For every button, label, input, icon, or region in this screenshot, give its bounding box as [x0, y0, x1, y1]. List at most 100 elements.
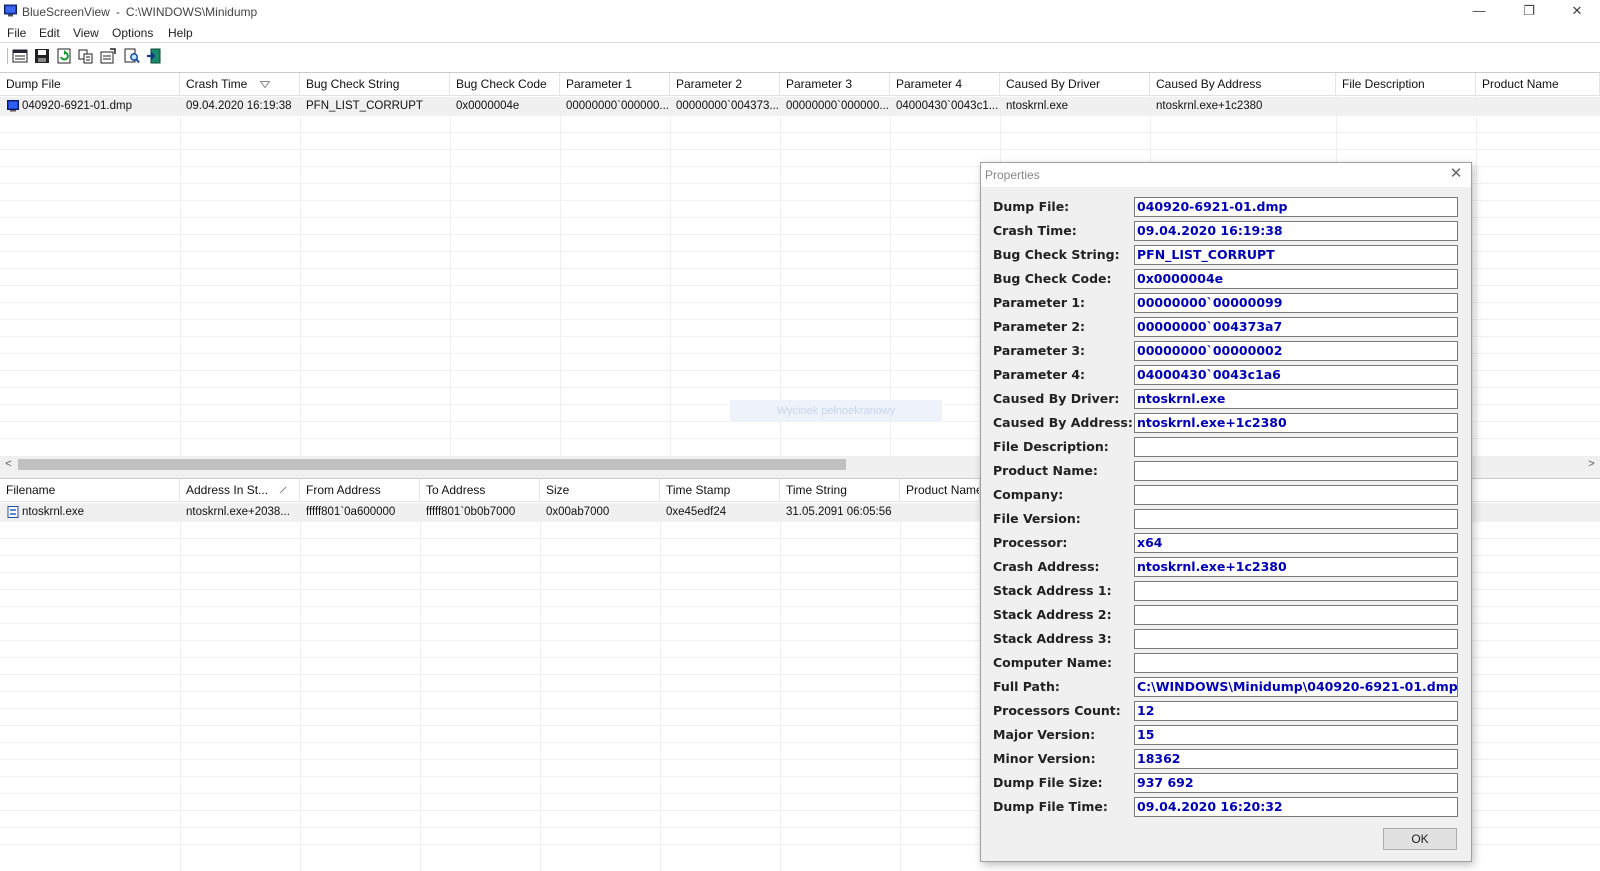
col-from-address[interactable]: From Address: [300, 479, 420, 501]
scroll-right-button[interactable]: >: [1583, 456, 1600, 473]
crash-dump-list-header: Dump File Crash Time Bug Check String Bu…: [0, 73, 1600, 96]
ok-button[interactable]: OK: [1383, 828, 1457, 850]
col-parameter-2[interactable]: Parameter 2: [670, 73, 780, 95]
cell-time-string: 31.05.2091 06:05:56: [786, 506, 892, 518]
property-value-field[interactable]: C:\WINDOWS\Minidump\040920-6921-01.dmp: [1134, 677, 1458, 697]
property-value-field[interactable]: 04000430`0043c1a6: [1134, 365, 1458, 385]
cell-bug-check-code: 0x0000004e: [456, 100, 520, 112]
property-label: Crash Time:: [993, 223, 1077, 238]
find-icon[interactable]: [124, 48, 140, 64]
title-separator: -: [115, 5, 120, 19]
minimize-button[interactable]: —: [1456, 0, 1502, 24]
col-time-stamp[interactable]: Time Stamp: [660, 479, 780, 501]
property-value-field[interactable]: [1134, 461, 1458, 481]
col-file-description[interactable]: File Description: [1336, 73, 1476, 95]
property-label: Dump File:: [993, 199, 1070, 214]
menu-file[interactable]: File: [7, 26, 26, 40]
property-label: Parameter 1:: [993, 295, 1086, 310]
property-label: Stack Address 1:: [993, 583, 1112, 598]
col-parameter-4[interactable]: Parameter 4: [890, 73, 1000, 95]
property-value-field[interactable]: 00000000`00000002: [1134, 341, 1458, 361]
property-value-field[interactable]: ntoskrnl.exe+1c2380: [1134, 413, 1458, 433]
properties-icon[interactable]: [100, 48, 116, 64]
col-time-string[interactable]: Time String: [780, 479, 900, 501]
property-label: Crash Address:: [993, 559, 1100, 574]
col-caused-by-address[interactable]: Caused By Address: [1150, 73, 1336, 95]
col-bug-check-string[interactable]: Bug Check String: [300, 73, 450, 95]
grid-line: [780, 501, 781, 871]
property-value-field[interactable]: 00000000`004373a7: [1134, 317, 1458, 337]
sort-descending-icon: [260, 81, 270, 88]
property-value-field[interactable]: [1134, 509, 1458, 529]
scrollbar-thumb[interactable]: [18, 459, 846, 470]
menu-options[interactable]: Options: [112, 26, 153, 40]
title-bar: BlueScreenView - C:\WINDOWS\Minidump — ❐ ✕: [0, 0, 1600, 24]
cell-size: 0x00ab7000: [546, 506, 610, 518]
menu-help[interactable]: Help: [168, 26, 193, 40]
property-label: Company:: [993, 487, 1064, 502]
col-product-name[interactable]: Product Name: [1476, 73, 1600, 95]
cell-bug-check-string: PFN_LIST_CORRUPT: [306, 100, 423, 112]
property-value-field[interactable]: 12: [1134, 701, 1458, 721]
properties-dialog: Properties ✕ Dump File: 040920-6921-01.dm…: [980, 162, 1472, 862]
property-label: Bug Check Code:: [993, 271, 1112, 286]
col-to-address[interactable]: To Address: [420, 479, 540, 501]
property-value-field[interactable]: x64: [1134, 533, 1458, 553]
save-icon[interactable]: [34, 48, 50, 64]
property-label: Caused By Driver:: [993, 391, 1120, 406]
property-value-field[interactable]: [1134, 485, 1458, 505]
menu-view[interactable]: View: [73, 26, 99, 40]
property-value-field[interactable]: PFN_LIST_CORRUPT: [1134, 245, 1458, 265]
col-dump-file[interactable]: Dump File: [0, 73, 180, 95]
dialog-close-button[interactable]: ✕: [1447, 165, 1465, 183]
col-bug-check-code[interactable]: Bug Check Code: [450, 73, 560, 95]
options-icon[interactable]: [12, 48, 28, 64]
property-value-field[interactable]: [1134, 629, 1458, 649]
property-label: File Description:: [993, 439, 1109, 454]
property-value-field[interactable]: ntoskrnl.exe+1c2380: [1134, 557, 1458, 577]
property-label: Stack Address 3:: [993, 631, 1112, 646]
cell-parameter-1: 00000000`000000...: [566, 100, 669, 112]
property-value-field[interactable]: ntoskrnl.exe: [1134, 389, 1458, 409]
col-parameter-3[interactable]: Parameter 3: [780, 73, 890, 95]
watermark-text: Wycinek pełnoekranowy: [730, 400, 942, 422]
col-crash-time[interactable]: Crash Time: [180, 73, 300, 95]
property-value-field[interactable]: 18362: [1134, 749, 1458, 769]
property-value-field[interactable]: [1134, 581, 1458, 601]
property-value-field[interactable]: 937 692: [1134, 773, 1458, 793]
property-label: Major Version:: [993, 727, 1096, 742]
property-value-field[interactable]: [1134, 437, 1458, 457]
property-value-field[interactable]: 00000000`00000099: [1134, 293, 1458, 313]
refresh-icon[interactable]: [56, 48, 72, 64]
scroll-left-button[interactable]: <: [0, 456, 17, 473]
copy-icon[interactable]: [78, 48, 94, 64]
property-value-field[interactable]: 15: [1134, 725, 1458, 745]
cell-filename: ntoskrnl.exe: [22, 506, 85, 518]
property-value-field[interactable]: 040920-6921-01.dmp: [1134, 197, 1458, 217]
col-caused-by-driver[interactable]: Caused By Driver: [1000, 73, 1150, 95]
table-row[interactable]: 040920-6921-01.dmp 09.04.2020 16:19:38 P…: [0, 97, 1600, 115]
property-label: Minor Version:: [993, 751, 1096, 766]
cell-address-in-stack: ntoskrnl.exe+2038...: [186, 506, 290, 518]
restore-button[interactable]: ❐: [1506, 0, 1552, 24]
property-value-field[interactable]: [1134, 653, 1458, 673]
property-label: Bug Check String:: [993, 247, 1120, 262]
toolbar: [0, 42, 1600, 70]
property-value-field[interactable]: 0x0000004e: [1134, 269, 1458, 289]
cell-parameter-4: 04000430`0043c1...: [896, 100, 999, 112]
grid-line: [900, 501, 901, 871]
property-value-field[interactable]: 09.04.2020 16:20:32: [1134, 797, 1458, 817]
cell-time-stamp: 0xe45edf24: [666, 506, 727, 518]
col-filename[interactable]: Filename: [0, 479, 180, 501]
col-parameter-1[interactable]: Parameter 1: [560, 73, 670, 95]
property-value-field[interactable]: [1134, 605, 1458, 625]
property-label: Processor:: [993, 535, 1068, 550]
menu-edit[interactable]: Edit: [39, 26, 60, 40]
col-product-name[interactable]: Product Name: [900, 479, 980, 501]
property-value-field[interactable]: 09.04.2020 16:19:38: [1134, 221, 1458, 241]
property-label: Dump File Time:: [993, 799, 1108, 814]
property-label: Processors Count:: [993, 703, 1121, 718]
col-size[interactable]: Size: [540, 479, 660, 501]
close-button[interactable]: ✕: [1554, 0, 1600, 24]
exit-icon[interactable]: [146, 48, 162, 64]
